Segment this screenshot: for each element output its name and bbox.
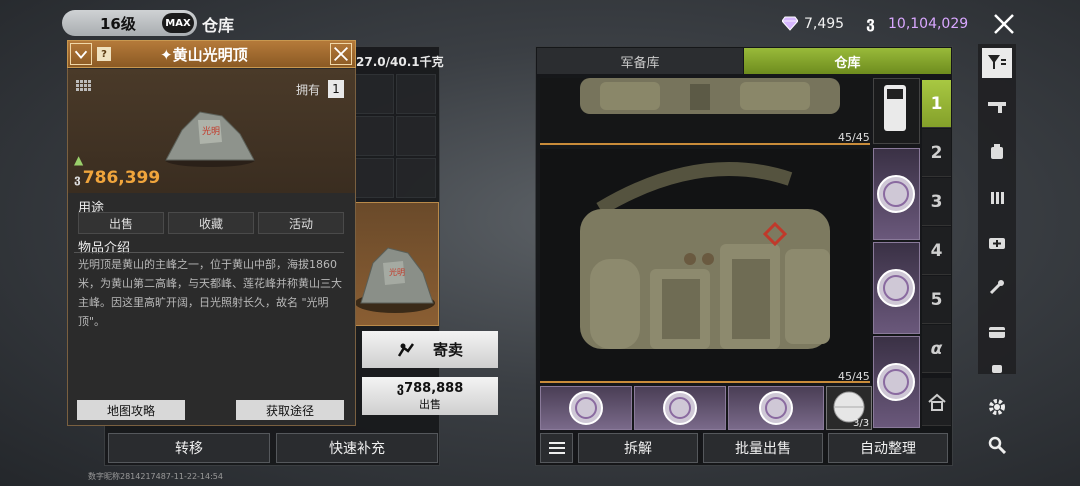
coin-item[interactable] <box>873 148 920 240</box>
capacity-text: 27.0/40.1千克 <box>356 55 444 69</box>
search-icon[interactable] <box>982 430 1012 460</box>
coin-item[interactable] <box>728 386 824 430</box>
diamond-value: 7,495 <box>804 16 845 32</box>
consign-icon <box>397 342 415 357</box>
max-badge: MAX <box>162 13 194 33</box>
grid-cell[interactable] <box>354 158 394 198</box>
usage-event-button[interactable]: 活动 <box>258 212 344 234</box>
coin-icon: ვ <box>396 380 405 396</box>
selected-item-rock[interactable]: 光明 <box>352 202 439 326</box>
bag-top-count: 45/45 <box>838 131 870 144</box>
backpack-icon <box>580 162 830 349</box>
tool-icon[interactable] <box>982 272 1012 302</box>
popup-title: ✦黄山光明顶 <box>160 44 248 65</box>
grid-cell[interactable] <box>354 116 394 156</box>
sparkle-icon: ✦ <box>160 46 173 64</box>
intro-label: 物品介绍 <box>78 241 131 256</box>
intro-text: 光明顶是黄山的主峰之一，位于黄山中部，海拔1860 米，为黄山第二高峰，与天都峰… <box>78 258 342 328</box>
usage-sell-button[interactable]: 出售 <box>78 212 164 234</box>
svg-text:光明: 光明 <box>202 125 220 137</box>
consign-button[interactable]: 寄卖 <box>362 331 498 368</box>
grid-cell[interactable] <box>396 116 436 156</box>
coin-icon: ვ <box>74 172 81 186</box>
close-button[interactable] <box>990 10 1018 38</box>
watermark-text: 数字昵称2814217487-11-22-14:54 <box>88 472 223 481</box>
sell-price: ვ788,888 <box>397 381 464 396</box>
coin-item[interactable] <box>540 386 632 430</box>
divider <box>74 252 344 253</box>
vest-icon[interactable] <box>982 137 1012 167</box>
house-icon <box>927 393 946 411</box>
sort-menu-button[interactable] <box>540 433 573 463</box>
bag-main-count: 45/45 <box>838 370 870 383</box>
transfer-button[interactable]: 转移 <box>108 433 270 463</box>
backpack-item-main[interactable] <box>540 149 870 383</box>
phone-item[interactable] <box>873 78 920 144</box>
bag-icon[interactable] <box>982 362 1012 374</box>
popup-price: ვ 786,399 <box>74 168 160 188</box>
collapse-button[interactable] <box>70 43 92 65</box>
page-tab-4[interactable]: 4 <box>922 227 951 275</box>
coin-item[interactable] <box>873 242 920 334</box>
owned-count: 1 <box>328 80 344 98</box>
coin-icon: ვ <box>866 13 876 32</box>
page-tab-home[interactable] <box>922 378 951 426</box>
level-text: 16级 <box>100 14 136 33</box>
auto-arrange-button[interactable]: 自动整理 <box>828 433 948 463</box>
page-tab-2[interactable]: 2 <box>922 129 951 177</box>
owned-label: 拥有 <box>296 83 321 97</box>
coin-icon <box>877 363 915 401</box>
map-guide-button[interactable]: 地图攻略 <box>77 400 185 420</box>
help-icon[interactable]: ? <box>97 47 111 61</box>
svg-text:光明: 光明 <box>389 267 405 277</box>
backpack-icon <box>580 78 840 114</box>
tab-warehouse[interactable]: 仓库 <box>744 48 951 74</box>
diamond-icon <box>782 16 798 31</box>
settings-icon[interactable] <box>982 392 1012 422</box>
sale-status-icon: ▲ <box>74 153 84 167</box>
coin-icon <box>569 391 603 425</box>
grid-cell[interactable] <box>354 74 394 114</box>
popup-title-text: 黄山光明顶 <box>172 46 248 64</box>
backpack-item-top[interactable] <box>540 78 870 145</box>
usage-collect-button[interactable]: 收藏 <box>168 212 254 234</box>
card-icon[interactable] <box>982 317 1012 347</box>
popup-price-value: 786,399 <box>82 168 161 188</box>
phone-icon <box>884 85 906 131</box>
filter-icon[interactable] <box>982 48 1012 78</box>
ammo-icon[interactable] <box>982 182 1012 212</box>
consign-label: 寄卖 <box>432 341 463 359</box>
page-tab-1[interactable]: 1 <box>922 80 951 128</box>
gun-icon[interactable] <box>982 92 1012 122</box>
medkit-icon[interactable] <box>982 227 1012 257</box>
coin-icon <box>877 175 915 213</box>
sell-price-button[interactable]: ვ788,888 出售 <box>362 377 498 415</box>
page-tab-alpha[interactable]: α <box>922 325 951 373</box>
coin-value: 10,104,029 <box>888 16 969 32</box>
coin-item[interactable] <box>634 386 726 430</box>
grid-size-icon <box>76 80 91 91</box>
page-tab-5[interactable]: 5 <box>922 276 951 324</box>
menu-icon <box>548 442 565 454</box>
ball-count: 3/3 <box>853 418 870 429</box>
sell-price-value: 788,888 <box>404 380 464 396</box>
coin-item[interactable] <box>873 336 920 428</box>
page-tab-3[interactable]: 3 <box>922 178 951 226</box>
grid-cell[interactable] <box>396 158 436 198</box>
quick-refill-button[interactable]: 快速补充 <box>276 433 438 463</box>
grid-cell[interactable] <box>396 74 436 114</box>
coin-icon <box>759 391 793 425</box>
popup-close-button[interactable] <box>330 43 352 65</box>
dismantle-button[interactable]: 拆解 <box>578 433 698 463</box>
get-route-button[interactable]: 获取途径 <box>236 400 344 420</box>
coin-icon <box>663 391 697 425</box>
tab-armory[interactable]: 军备库 <box>537 48 743 74</box>
page-title: 仓库 <box>202 16 235 35</box>
batch-sell-button[interactable]: 批量出售 <box>703 433 823 463</box>
rock-thumbnail-icon: 光明 <box>355 247 435 313</box>
rock-icon: 光明 <box>165 111 255 167</box>
sell-label: 出售 <box>419 397 441 411</box>
coin-icon <box>877 269 915 307</box>
